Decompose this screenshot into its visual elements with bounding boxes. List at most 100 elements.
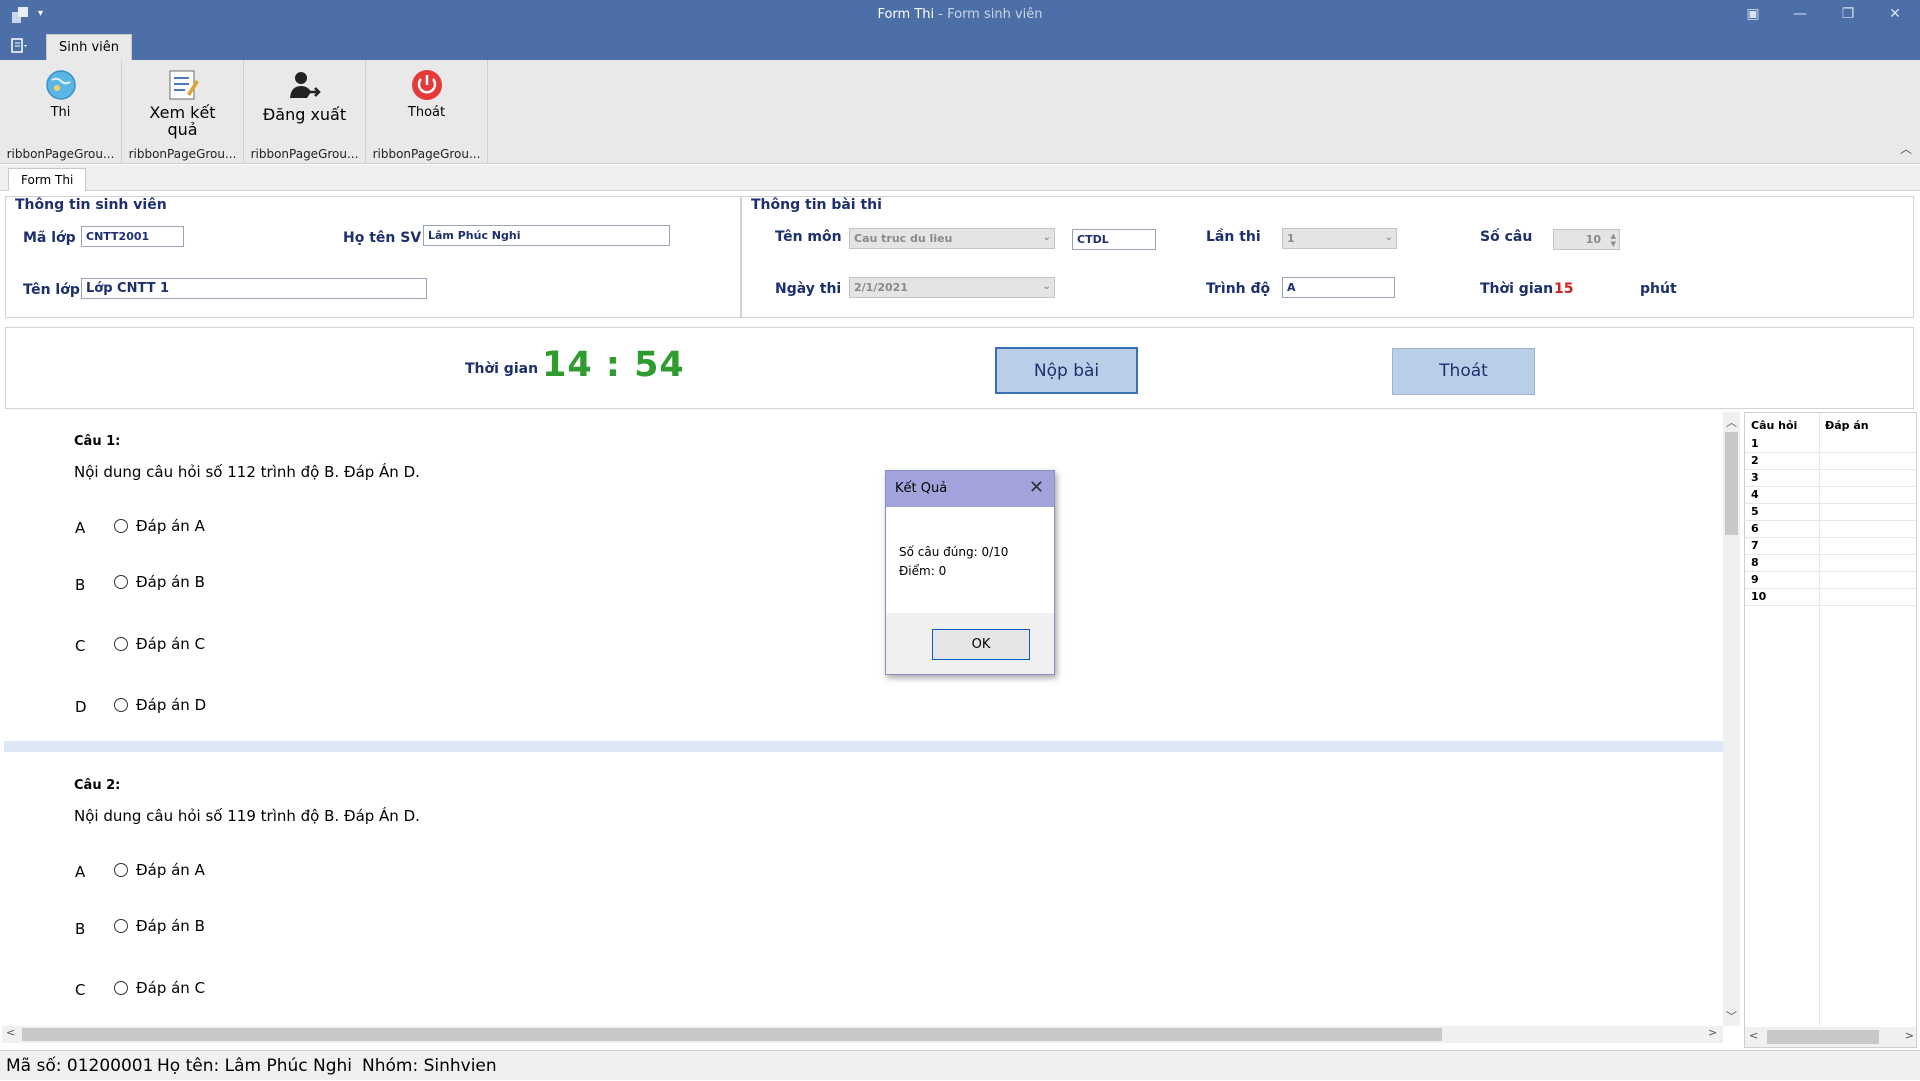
question-title: Câu 1: xyxy=(74,434,121,449)
exam-date-label: Ngày thi xyxy=(775,281,842,297)
duration-value: 15 xyxy=(1554,281,1574,297)
thoat-label: Thoát xyxy=(407,105,446,120)
option-text[interactable]: Đáp án A xyxy=(136,517,205,535)
chevron-down-icon: ⌄ xyxy=(1384,232,1393,243)
grid-row[interactable]: 6 xyxy=(1745,521,1916,538)
option-b-radio[interactable] xyxy=(114,575,128,589)
collapse-ribbon-icon[interactable]: ︿ xyxy=(1900,140,1912,157)
dialog-header: Kết Quả ✕ xyxy=(886,471,1054,507)
option-text[interactable]: Đáp án B xyxy=(136,917,205,935)
ok-button[interactable]: OK xyxy=(932,629,1030,660)
scroll-down-icon[interactable]: ﹀ xyxy=(1723,1008,1740,1024)
dang-xuat-button[interactable]: Đăng xuất xyxy=(244,64,365,142)
option-c-radio[interactable] xyxy=(114,981,128,995)
question-separator xyxy=(4,741,1723,752)
result-dialog: Kết Quả ✕ Số câu đúng: 0/10 Điểm: 0 OK xyxy=(885,470,1055,675)
correct-count-text: Số câu đúng: 0/10 xyxy=(899,545,1009,559)
num-questions-label: Số câu xyxy=(1480,229,1533,245)
question-text: Nội dung câu hỏi số 112 trình độ B. Đáp … xyxy=(74,463,420,481)
thi-button[interactable]: Thi xyxy=(0,64,121,142)
window-title: Form Thi - Form sinh viên xyxy=(877,7,1043,22)
grid-row-number: 10 xyxy=(1751,590,1767,603)
option-c-radio[interactable] xyxy=(114,637,128,651)
grid-row[interactable]: 8 xyxy=(1745,555,1916,572)
option-text[interactable]: Đáp án C xyxy=(136,635,205,653)
scroll-right-icon[interactable]: > xyxy=(1708,1026,1717,1039)
exit-button[interactable]: Thoát xyxy=(1392,348,1535,395)
thi-label: Thi xyxy=(50,105,71,120)
submit-button[interactable]: Nộp bài xyxy=(995,347,1138,394)
scroll-thumb[interactable] xyxy=(1767,1030,1879,1044)
ribbon-panel: Thi ribbonPageGrou... Xem kết quả ribbon… xyxy=(0,60,1920,164)
scroll-thumb[interactable] xyxy=(22,1028,1442,1041)
question-title: Câu 2: xyxy=(74,778,121,793)
scroll-thumb[interactable] xyxy=(1725,432,1738,535)
option-text[interactable]: Đáp án A xyxy=(136,861,205,879)
grid-row-number: 7 xyxy=(1751,539,1759,552)
option-text[interactable]: Đáp án B xyxy=(136,573,205,591)
status-student-name: Họ tên: Lâm Phúc Nghi xyxy=(157,1056,353,1076)
grid-header-question: Câu hỏi xyxy=(1751,419,1798,432)
close-icon[interactable]: ✕ xyxy=(1029,477,1044,498)
class-code-field[interactable]: CNTT2001 xyxy=(81,226,184,247)
duration-label: Thời gian xyxy=(1480,281,1554,297)
maximize-icon[interactable]: ❐ xyxy=(1833,6,1863,22)
tab-form-thi[interactable]: Form Thi xyxy=(8,168,87,191)
grid-row-number: 4 xyxy=(1751,488,1759,501)
grid-row[interactable]: 4 xyxy=(1745,487,1916,504)
scroll-up-icon[interactable]: ︿ xyxy=(1723,414,1740,430)
questions-vertical-scrollbar[interactable]: ︿ ﹀ xyxy=(1723,412,1740,1026)
thoat-ribbon-button[interactable]: Thoát xyxy=(366,64,487,142)
scroll-left-icon[interactable]: < xyxy=(6,1026,15,1039)
option-letter: B xyxy=(75,920,86,938)
grid-row[interactable]: 10 xyxy=(1745,589,1916,606)
grid-row[interactable]: 2 xyxy=(1745,453,1916,470)
subject-code-field[interactable]: CTDL xyxy=(1072,229,1156,250)
close-icon[interactable]: ✕ xyxy=(1880,6,1910,22)
grid-row[interactable]: 9 xyxy=(1745,572,1916,589)
duration-unit: phút xyxy=(1640,281,1677,297)
option-d-radio[interactable] xyxy=(114,698,128,712)
scroll-right-icon[interactable]: > xyxy=(1905,1029,1914,1042)
option-a-radio[interactable] xyxy=(114,863,128,877)
questions-horizontal-scrollbar[interactable]: < > xyxy=(2,1026,1723,1043)
status-bar: Mã số: 01200001 Họ tên: Lâm Phúc Nghi Nh… xyxy=(0,1050,1920,1080)
option-a-radio[interactable] xyxy=(114,519,128,533)
xem-ket-qua-button[interactable]: Xem kết quả xyxy=(122,64,243,142)
student-name-field[interactable]: Lâm Phúc Nghi xyxy=(423,225,670,246)
option-b-radio[interactable] xyxy=(114,919,128,933)
exam-globe-icon xyxy=(45,70,76,100)
student-info-group xyxy=(5,196,741,318)
grid-header-answer: Đáp án xyxy=(1825,419,1869,432)
ribbon-group-dang-xuat: Đăng xuất ribbonPageGrou... xyxy=(244,60,366,164)
grid-row[interactable]: 7 xyxy=(1745,538,1916,555)
level-field[interactable]: A xyxy=(1282,277,1395,298)
grid-row-number: 1 xyxy=(1751,437,1759,450)
scroll-left-icon[interactable]: < xyxy=(1749,1029,1758,1042)
option-text[interactable]: Đáp án C xyxy=(136,979,205,997)
grid-row[interactable]: 3 xyxy=(1745,470,1916,487)
exam-date-picker[interactable]: 2/1/2021 ⌄ xyxy=(849,277,1055,298)
student-info-title: Thông tin sinh viên xyxy=(15,197,167,213)
ribbon-group-caption: ribbonPageGrou... xyxy=(6,147,115,161)
answer-grid: Câu hỏi Đáp án 1 2 3 4 5 6 7 8 9 10 < > xyxy=(1744,412,1917,1048)
restore-layout-icon[interactable]: ▣ xyxy=(1738,6,1768,22)
option-text[interactable]: Đáp án D xyxy=(136,696,206,714)
option-letter: D xyxy=(75,698,87,716)
grid-row[interactable]: 5 xyxy=(1745,504,1916,521)
application-menu-button[interactable] xyxy=(7,35,37,57)
grid-row-number: 3 xyxy=(1751,471,1759,484)
view-results-icon xyxy=(169,70,199,100)
tab-sinh-vien[interactable]: Sinh viên xyxy=(46,34,133,60)
status-student-id: Mã số: 01200001 xyxy=(6,1056,154,1076)
xem-ket-qua-label: Xem kết quả xyxy=(149,103,216,139)
subject-select[interactable]: Cau truc du lieu ⌄ xyxy=(849,228,1055,249)
grid-row[interactable]: 1 xyxy=(1745,436,1916,453)
grid-horizontal-scrollbar[interactable]: < > xyxy=(1745,1027,1916,1047)
minimize-icon[interactable]: — xyxy=(1785,6,1815,22)
class-name-field[interactable]: Lớp CNTT 1 xyxy=(81,278,427,299)
app-menu-icon xyxy=(11,38,27,53)
power-icon xyxy=(411,70,442,100)
num-questions-stepper[interactable]: 10 ▲ ▼ xyxy=(1553,229,1620,250)
attempt-select[interactable]: 1 ⌄ xyxy=(1282,228,1397,249)
